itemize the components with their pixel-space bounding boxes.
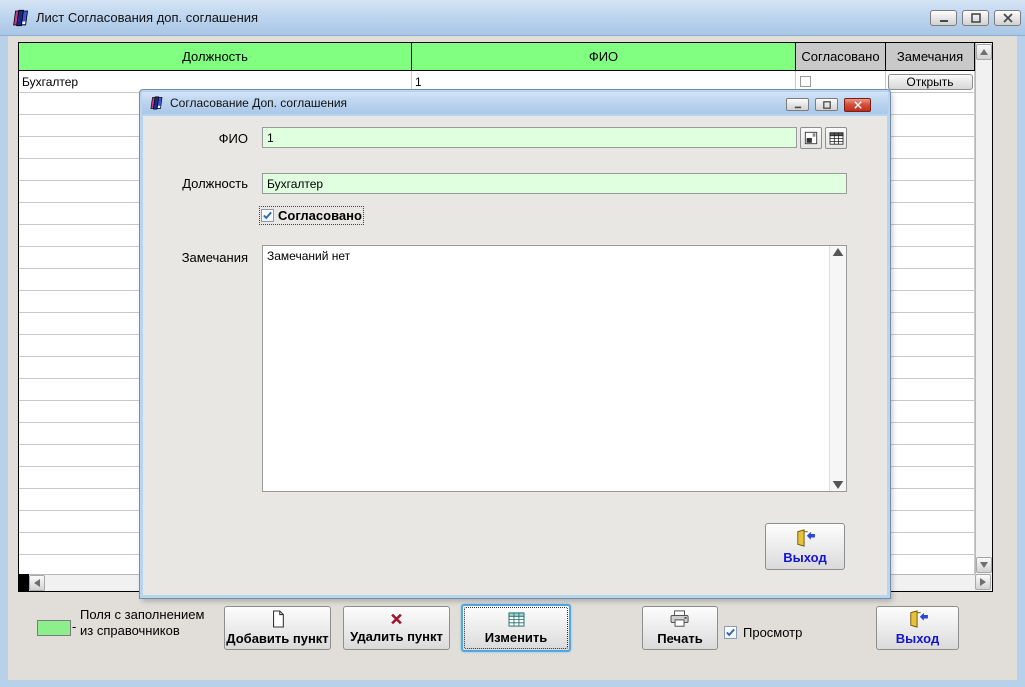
legend-line1: Поля с заполнением <box>80 607 205 622</box>
preview-label: Просмотр <box>743 625 803 640</box>
position-field[interactable] <box>262 173 847 194</box>
table-select-button[interactable] <box>825 127 847 149</box>
check-icon <box>726 628 735 637</box>
remarks-label: Замечания <box>181 250 248 265</box>
card-file-icon <box>804 131 818 145</box>
green-field-swatch <box>37 620 71 636</box>
scroll-corner <box>975 574 992 591</box>
minimize-icon[interactable] <box>930 10 957 26</box>
agreed-checkbox[interactable] <box>261 209 274 222</box>
dialog-title: Согласование Доп. соглашения <box>170 96 348 110</box>
agreed-checkbox-group[interactable]: Согласовано <box>259 206 364 225</box>
scroll-down-icon[interactable] <box>976 557 992 573</box>
cell-remarks: Открыть <box>886 71 975 93</box>
maximize-icon[interactable] <box>962 10 989 26</box>
column-header-position[interactable]: Должность <box>19 43 412 71</box>
blank-page-icon <box>272 610 284 628</box>
legend-dash: - <box>72 619 77 634</box>
close-icon[interactable] <box>994 10 1021 26</box>
close-icon[interactable] <box>844 98 871 112</box>
check-icon <box>263 211 272 220</box>
scroll-split-box <box>19 574 29 591</box>
main-window-title: Лист Согласования доп. соглашения <box>36 10 259 25</box>
remarks-text: Замечаний нет <box>267 249 351 263</box>
main-titlebar: Лист Согласования доп. соглашения <box>0 0 1025 36</box>
table-grid-icon <box>829 131 843 145</box>
scroll-right-icon[interactable] <box>975 574 991 590</box>
delete-item-button[interactable]: Удалить пункт <box>343 606 450 650</box>
scroll-down-icon[interactable] <box>832 481 844 489</box>
remarks-textarea[interactable]: Замечаний нет <box>262 245 847 492</box>
open-remarks-button[interactable]: Открыть <box>887 73 973 90</box>
focus-rect <box>464 607 568 649</box>
red-x-icon <box>391 613 402 625</box>
legend-line2: из справочников <box>80 623 180 638</box>
books-app-icon <box>13 9 29 26</box>
dialog-window-controls <box>786 98 871 112</box>
delete-item-label: Удалить пункт <box>350 629 443 644</box>
agreement-dialog: Согласование Доп. соглашения ФИО Должнос… <box>140 90 890 598</box>
dialog-exit-button[interactable]: Выход <box>765 523 845 570</box>
main-window-controls <box>930 10 1021 26</box>
scroll-up-icon[interactable] <box>976 44 992 60</box>
scroll-left-icon[interactable] <box>29 575 45 591</box>
minimize-icon[interactable] <box>786 98 809 111</box>
print-button[interactable]: Печать <box>642 606 718 650</box>
print-label: Печать <box>657 631 703 646</box>
application-window: Лист Согласования доп. соглашения Должно… <box>0 0 1025 687</box>
vertical-scrollbar[interactable] <box>975 43 992 574</box>
main-exit-label: Выход <box>895 631 940 646</box>
dialog-client-area: ФИО Должность Согласовано Замечания Заме… <box>143 116 887 595</box>
column-header-fio[interactable]: ФИО <box>412 43 796 71</box>
maximize-icon[interactable] <box>815 98 838 111</box>
position-label: Должность <box>182 176 248 191</box>
fio-label: ФИО <box>218 131 248 146</box>
add-item-button[interactable]: Добавить пункт <box>224 606 331 650</box>
lookup-button[interactable] <box>800 127 822 149</box>
column-header-remarks[interactable]: Замечания <box>886 43 975 71</box>
agreed-row-checkbox[interactable] <box>800 76 811 87</box>
main-exit-button[interactable]: Выход <box>876 606 959 650</box>
add-item-label: Добавить пункт <box>226 631 329 646</box>
exit-door-icon <box>797 528 815 547</box>
legend-text: Поля с заполнением из справочников <box>80 607 240 639</box>
exit-door-icon <box>909 610 928 628</box>
table-header-row: Должность ФИО Согласовано Замечания <box>19 43 975 71</box>
column-header-agreed[interactable]: Согласовано <box>796 43 886 71</box>
dialog-titlebar: Согласование Доп. соглашения <box>142 92 888 114</box>
fio-field[interactable] <box>262 127 797 148</box>
printer-icon <box>670 610 689 627</box>
dialog-exit-label: Выход <box>783 549 827 565</box>
preview-checkbox[interactable] <box>724 626 737 639</box>
books-app-icon <box>150 96 163 110</box>
agreed-label: Согласовано <box>278 208 362 223</box>
edit-button[interactable]: Изменить <box>461 604 571 652</box>
scroll-up-icon[interactable] <box>832 248 844 256</box>
memo-scrollbar[interactable] <box>829 246 846 491</box>
